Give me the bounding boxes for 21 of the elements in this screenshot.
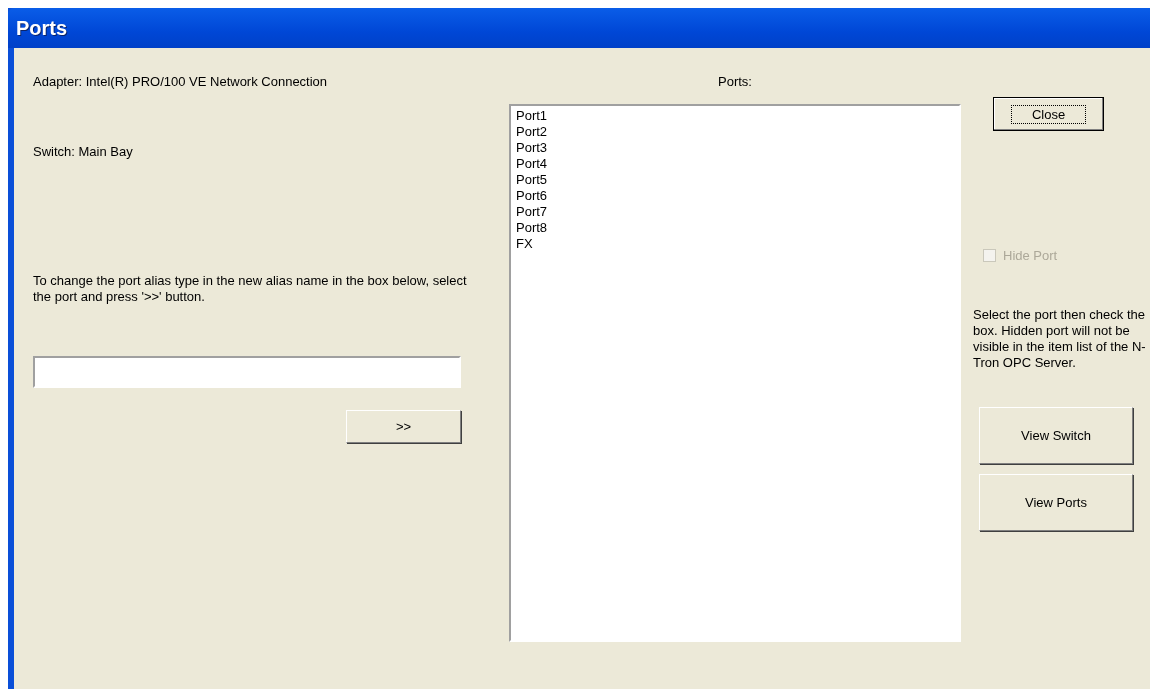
alias-input-field[interactable] — [33, 356, 461, 388]
port-list-item[interactable]: Port7 — [515, 204, 549, 220]
apply-alias-button[interactable]: >> — [346, 410, 461, 443]
hide-port-help: Select the port then check the box. Hidden port will not be visible in the item list of the N-Tron OPC Server. — [973, 307, 1147, 371]
view-button[interactable]: View Switch — [979, 407, 1133, 464]
alias-instructions: To change the port alias type in the new alias name in the box below, select the port and press '>>' button. — [33, 273, 468, 305]
switch-label: Switch: Main Bay — [33, 144, 134, 160]
ports-list[interactable]: Port1 Port2 Port3 Port4 Port5 Port6 Port7 Port8 FX — [509, 104, 961, 642]
port-list-item[interactable]: Port5 — [515, 172, 549, 188]
ports-label: Ports: — [718, 74, 752, 90]
port-list-item[interactable]: FX — [515, 236, 534, 252]
port-list-item[interactable]: Port4 — [515, 156, 549, 172]
port-list-item[interactable]: Port3 — [515, 140, 549, 156]
port-list-item[interactable]: Port2 — [515, 124, 549, 140]
window-title: Ports — [16, 16, 68, 40]
close-button[interactable]: Close — [993, 97, 1104, 131]
port-list-item[interactable]: Port1 — [515, 108, 549, 124]
port-list-item[interactable]: Port8 — [515, 220, 549, 236]
view-button[interactable]: View Ports — [979, 474, 1133, 531]
adapter-label: Adapter: Intel(R) PRO/100 VE Network Connection — [33, 74, 329, 90]
port-list-item[interactable]: Port6 — [515, 188, 549, 204]
